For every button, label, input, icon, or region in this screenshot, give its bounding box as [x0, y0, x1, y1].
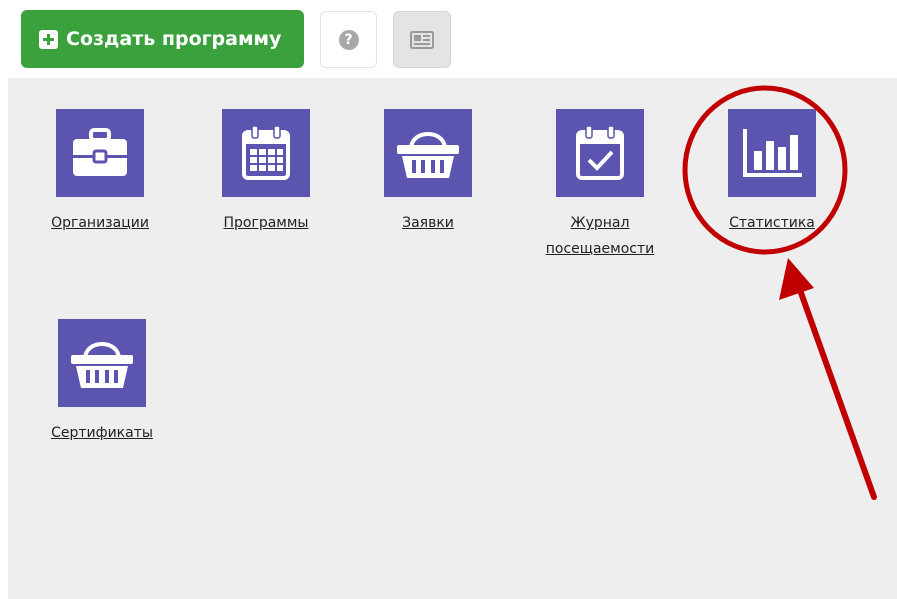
tile-icon-box	[728, 109, 816, 197]
basket-icon	[71, 342, 133, 388]
tile-applications[interactable]: Заявки	[358, 109, 498, 236]
calendar-icon	[242, 125, 290, 180]
create-program-label: Создать программу	[66, 28, 282, 50]
news-button[interactable]	[393, 11, 451, 68]
tile-label[interactable]: Заявки	[358, 210, 498, 236]
tile-label[interactable]: Сертификаты	[32, 420, 172, 446]
tile-attendance-journal[interactable]: Журнал посещаемости	[530, 109, 670, 262]
plus-icon	[39, 29, 58, 49]
tile-label[interactable]: Организации	[30, 210, 170, 236]
question-icon: ?	[338, 29, 359, 50]
basket-icon	[397, 132, 459, 178]
bar-chart-icon	[743, 129, 802, 177]
calendar-check-icon	[576, 125, 624, 180]
modules-panel: Организации Программы Заявки Журнал посе…	[8, 78, 897, 599]
help-button[interactable]: ?	[320, 11, 377, 68]
tile-label[interactable]: Журнал посещаемости	[530, 210, 670, 262]
tile-certificates[interactable]: Сертификаты	[32, 319, 172, 446]
tile-label[interactable]: Статистика	[702, 210, 842, 236]
tile-icon-box	[222, 109, 310, 197]
tile-programs[interactable]: Программы	[196, 109, 336, 236]
tile-organizations[interactable]: Организации	[30, 109, 170, 236]
newspaper-icon	[410, 30, 434, 49]
create-program-button[interactable]: Создать программу	[21, 10, 304, 68]
briefcase-icon	[73, 128, 127, 176]
tile-icon-box	[556, 109, 644, 197]
tile-label[interactable]: Программы	[196, 210, 336, 236]
tile-icon-box	[58, 319, 146, 407]
tile-icon-box	[56, 109, 144, 197]
tile-statistics[interactable]: Статистика	[702, 109, 842, 236]
toolbar: Создать программу ?	[0, 0, 897, 78]
tile-icon-box	[384, 109, 472, 197]
